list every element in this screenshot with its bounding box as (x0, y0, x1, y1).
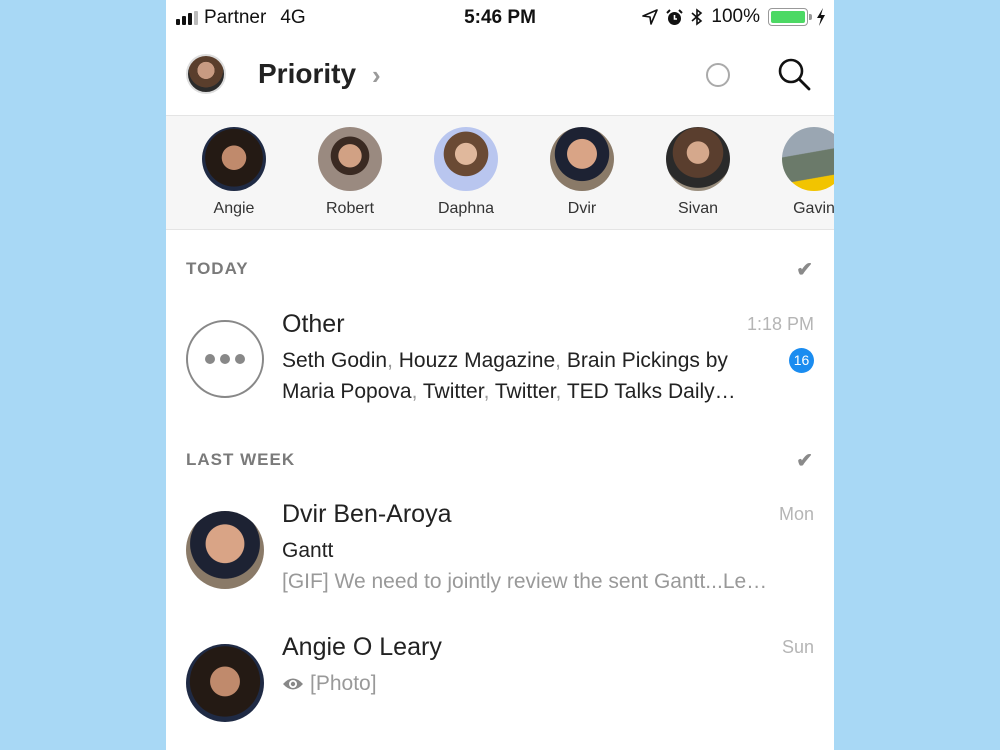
conversation-time: Mon (778, 504, 814, 524)
sender: TED Talks Daily… (566, 380, 736, 403)
avatar (434, 127, 498, 191)
battery-percent: 100% (711, 6, 760, 27)
location-icon (642, 9, 659, 25)
avatar (550, 127, 614, 191)
favorite-contact[interactable]: Angie (189, 127, 279, 218)
conversation-time: 1:18 PM (746, 314, 814, 334)
profile-avatar[interactable] (186, 54, 226, 94)
favorite-name: Robert (325, 200, 375, 217)
header-bar: Priority › (166, 36, 834, 116)
sender: Seth Godin (282, 349, 388, 372)
favorite-contact[interactable]: Sivan (653, 127, 743, 218)
avatar (318, 127, 382, 191)
avatar (782, 127, 834, 191)
alarm-icon (666, 8, 684, 25)
sender: Twitter (494, 380, 556, 403)
mark-done-check-icon[interactable]: ✔ (796, 448, 814, 473)
conversation-time: Sun (781, 637, 814, 657)
unread-count-badge: 16 (789, 348, 814, 373)
circle-icon[interactable] (706, 63, 730, 87)
favorite-name: Angie (213, 200, 255, 217)
conversation-preview: [Photo] (310, 672, 377, 695)
chevron-right-icon[interactable]: › (372, 60, 381, 91)
mark-done-check-icon[interactable]: ✔ (796, 257, 814, 282)
favorite-name: Dvir (567, 200, 597, 217)
conversation-row[interactable]: Other 1:18 PM Seth Godin, Houzz Magazine… (166, 310, 834, 410)
avatar (202, 127, 266, 191)
phone-screen: Partner 4G 5:46 PM 100% Priority › Angie… (166, 0, 834, 750)
sender: Houzz Magazine (398, 349, 556, 372)
other-group-icon (186, 320, 264, 398)
avatar (186, 644, 264, 722)
sender: Twitter (422, 380, 484, 403)
conversation-senders: Seth Godin, Houzz Magazine, Brain Pickin… (282, 349, 736, 403)
section-header-today: TODAY ✔ (186, 257, 814, 282)
favorite-name: Sivan (677, 200, 719, 217)
section-label: TODAY (186, 259, 249, 278)
avatar (186, 511, 264, 589)
avatar (666, 127, 730, 191)
favorite-contact[interactable]: Daphna (421, 127, 511, 218)
favorite-contact[interactable]: Gavin (769, 127, 834, 218)
page-title[interactable]: Priority (258, 58, 356, 90)
battery-icon (768, 8, 812, 26)
conversation-title: Angie O Leary (282, 633, 442, 661)
favorite-contact[interactable]: Robert (305, 127, 395, 218)
favorite-contact[interactable]: Dvir (537, 127, 627, 218)
favorites-strip: Angie Robert Daphna Dvir Sivan Gavin (166, 116, 834, 230)
conversation-preview-line: [Photo] (282, 668, 814, 699)
conversation-title: Dvir Ben-Aroya (282, 500, 452, 528)
charging-icon (817, 8, 825, 26)
conversation-title: Other (282, 310, 345, 338)
conversation-row[interactable]: Angie O Leary Sun [Photo] (166, 633, 834, 733)
favorite-name: Daphna (437, 200, 495, 217)
section-header-last-week: LAST WEEK ✔ (186, 448, 814, 473)
bluetooth-icon (691, 8, 703, 26)
conversation-preview: [GIF] We need to jointly review the sent… (282, 570, 768, 593)
status-bar: Partner 4G 5:46 PM 100% (166, 0, 834, 36)
eye-icon (283, 678, 303, 689)
favorite-name: Gavin (793, 200, 834, 217)
section-label: LAST WEEK (186, 450, 296, 469)
conversation-row[interactable]: Dvir Ben-Aroya Mon Gantt [GIF] We need t… (166, 500, 834, 610)
conversation-subject: Gantt (282, 539, 334, 562)
search-icon[interactable] (776, 56, 812, 92)
